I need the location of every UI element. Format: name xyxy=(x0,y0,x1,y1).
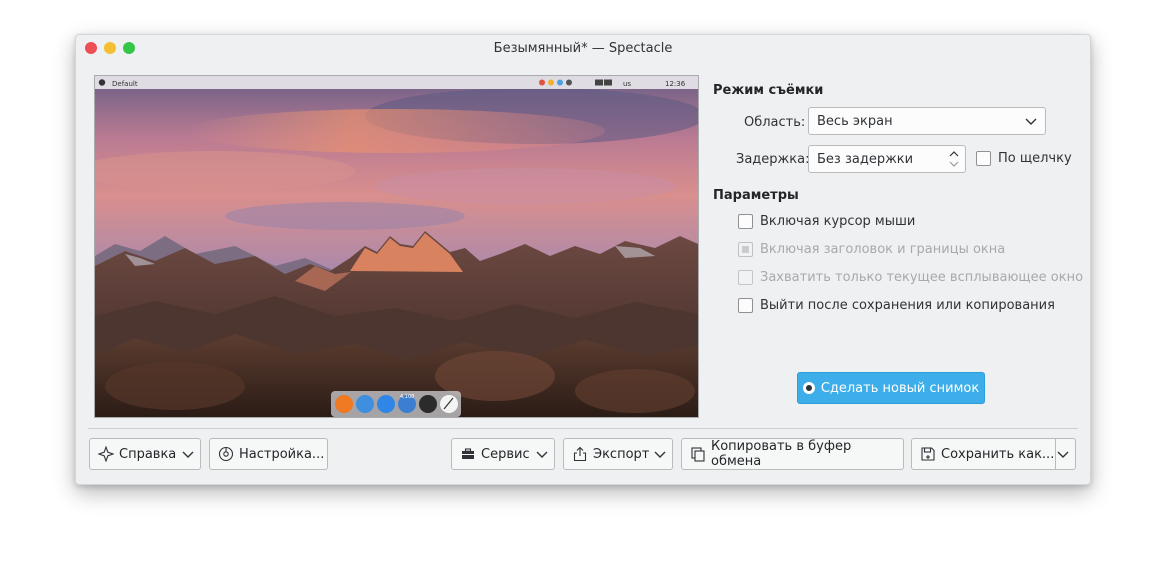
spin-arrows-icon[interactable] xyxy=(949,149,959,169)
chevron-down-icon xyxy=(654,451,666,458)
camera-icon xyxy=(802,382,815,394)
chevron-down-icon xyxy=(182,451,194,458)
include-cursor-label: Включая курсор мыши xyxy=(760,214,916,229)
save-icon xyxy=(921,447,935,461)
save-as-button[interactable]: Сохранить как... xyxy=(911,438,1076,470)
include-decorations-checkbox: Включая заголовок и границы окна xyxy=(738,242,1005,257)
delay-spinbox[interactable]: Без задержки xyxy=(808,145,966,173)
chevron-down-icon xyxy=(536,451,548,458)
spectacle-window: Безымянный* — Spectacle Default us 12:36… xyxy=(75,34,1091,485)
tools-label: Сервис xyxy=(481,446,530,462)
preview-clock: 12:36 xyxy=(665,80,686,88)
popup-only-checkbox: Захватить только текущее всплывающее окн… xyxy=(738,270,1083,285)
new-screenshot-button[interactable]: Сделать новый снимок xyxy=(797,372,985,404)
title-bar[interactable]: Безымянный* — Spectacle xyxy=(76,35,1090,63)
area-combobox-value: Весь экран xyxy=(817,114,893,129)
screenshot-preview[interactable]: Default us 12:36 4,108 xyxy=(94,75,699,418)
include-cursor-box[interactable] xyxy=(738,214,753,229)
quit-after-save-label: Выйти после сохранения или копирования xyxy=(760,298,1055,313)
quit-after-save-box[interactable] xyxy=(738,298,753,313)
copy-to-clipboard-button[interactable]: Копировать в буфер обмена xyxy=(681,438,904,470)
include-cursor-checkbox[interactable]: Включая курсор мыши xyxy=(738,214,915,229)
export-icon xyxy=(573,446,587,462)
include-decorations-label: Включая заголовок и границы окна xyxy=(760,242,1006,257)
chevron-down-icon xyxy=(1025,118,1037,125)
configure-button[interactable]: Настройка... xyxy=(209,438,328,470)
help-button[interactable]: Справка xyxy=(89,438,201,470)
preview-menubar-app: Default xyxy=(112,80,138,88)
quit-after-save-checkbox[interactable]: Выйти после сохранения или копирования xyxy=(738,298,1055,313)
on-click-label: По щелчку xyxy=(998,151,1072,166)
include-decorations-box xyxy=(738,242,753,257)
preview-image: Default us 12:36 4,108 xyxy=(95,76,698,417)
preview-dock-badge: 4,108 xyxy=(400,394,414,400)
options-heading: Параметры xyxy=(713,188,799,203)
export-button[interactable]: Экспорт xyxy=(563,438,673,470)
tools-button[interactable]: Сервис xyxy=(451,438,555,470)
chevron-down-icon[interactable] xyxy=(1057,449,1069,459)
delay-spinbox-value: Без задержки xyxy=(817,152,914,167)
save-as-label: Сохранить как... xyxy=(941,446,1055,462)
on-click-checkbox-box[interactable] xyxy=(976,151,991,166)
split-separator xyxy=(1055,439,1056,469)
help-label: Справка xyxy=(119,446,177,462)
copy-icon xyxy=(691,447,705,462)
area-combobox[interactable]: Весь экран xyxy=(808,107,1046,135)
popup-only-label: Захватить только текущее всплывающее окн… xyxy=(760,270,1084,285)
new-screenshot-label: Сделать новый снимок xyxy=(820,380,980,396)
popup-only-box xyxy=(738,270,753,285)
on-click-checkbox[interactable]: По щелчку xyxy=(976,151,1072,166)
settings-icon xyxy=(218,446,234,462)
window-title: Безымянный* — Spectacle xyxy=(493,41,673,56)
toolbox-icon xyxy=(462,448,474,459)
export-label: Экспорт xyxy=(593,446,650,462)
preview-keyboard-layout: us xyxy=(623,80,631,88)
configure-label: Настройка... xyxy=(239,446,325,462)
help-star-icon xyxy=(98,446,114,462)
divider xyxy=(88,428,1078,429)
delay-label: Задержка: xyxy=(736,152,810,167)
area-label: Область: xyxy=(744,115,806,130)
capture-mode-heading: Режим съёмки xyxy=(713,83,824,98)
copy-label: Копировать в буфер обмена xyxy=(711,439,852,469)
